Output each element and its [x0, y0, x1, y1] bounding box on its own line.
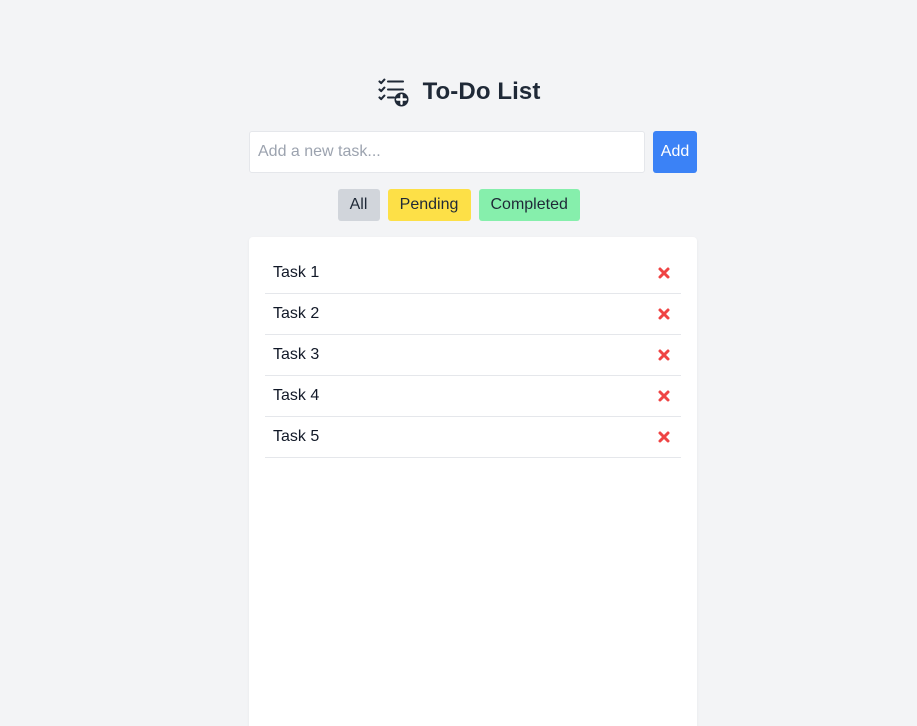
- new-task-input[interactable]: [249, 131, 645, 173]
- task-row-3: Task 3: [265, 335, 681, 376]
- close-icon: [657, 389, 671, 403]
- task-row-4: Task 4: [265, 376, 681, 417]
- header: To-Do List: [0, 74, 917, 110]
- todo-page: To-Do List Add All Pending Completed Tas…: [0, 0, 917, 726]
- task-row-5: Task 5: [265, 417, 681, 458]
- close-icon: [657, 430, 671, 444]
- new-task-form: Add: [249, 131, 697, 173]
- delete-task-3-button[interactable]: [655, 346, 673, 364]
- filter-completed-button[interactable]: Completed: [478, 189, 580, 221]
- task-label: Task 1: [273, 264, 320, 281]
- delete-task-5-button[interactable]: [655, 428, 673, 446]
- task-label: Task 2: [273, 305, 320, 322]
- task-row-2: Task 2: [265, 294, 681, 335]
- delete-task-2-button[interactable]: [655, 305, 673, 323]
- close-icon: [657, 266, 671, 280]
- task-label: Task 3: [273, 346, 320, 363]
- delete-task-1-button[interactable]: [655, 264, 673, 282]
- filter-all-button[interactable]: All: [337, 189, 380, 221]
- task-label: Task 4: [273, 387, 320, 404]
- delete-task-4-button[interactable]: [655, 387, 673, 405]
- task-filter-group: All Pending Completed: [0, 189, 917, 221]
- add-task-button[interactable]: Add: [653, 131, 697, 173]
- task-list: Task 1 Task 2 Task 3 Task 4 Task 5: [265, 253, 681, 458]
- task-list-add-icon: [377, 76, 409, 108]
- task-label: Task 5: [273, 428, 320, 445]
- close-icon: [657, 348, 671, 362]
- page-title: To-Do List: [422, 78, 541, 105]
- filter-pending-button[interactable]: Pending: [387, 189, 471, 221]
- close-icon: [657, 307, 671, 321]
- task-panel: Task 1 Task 2 Task 3 Task 4 Task 5: [249, 237, 697, 726]
- task-row-1: Task 1: [265, 253, 681, 294]
